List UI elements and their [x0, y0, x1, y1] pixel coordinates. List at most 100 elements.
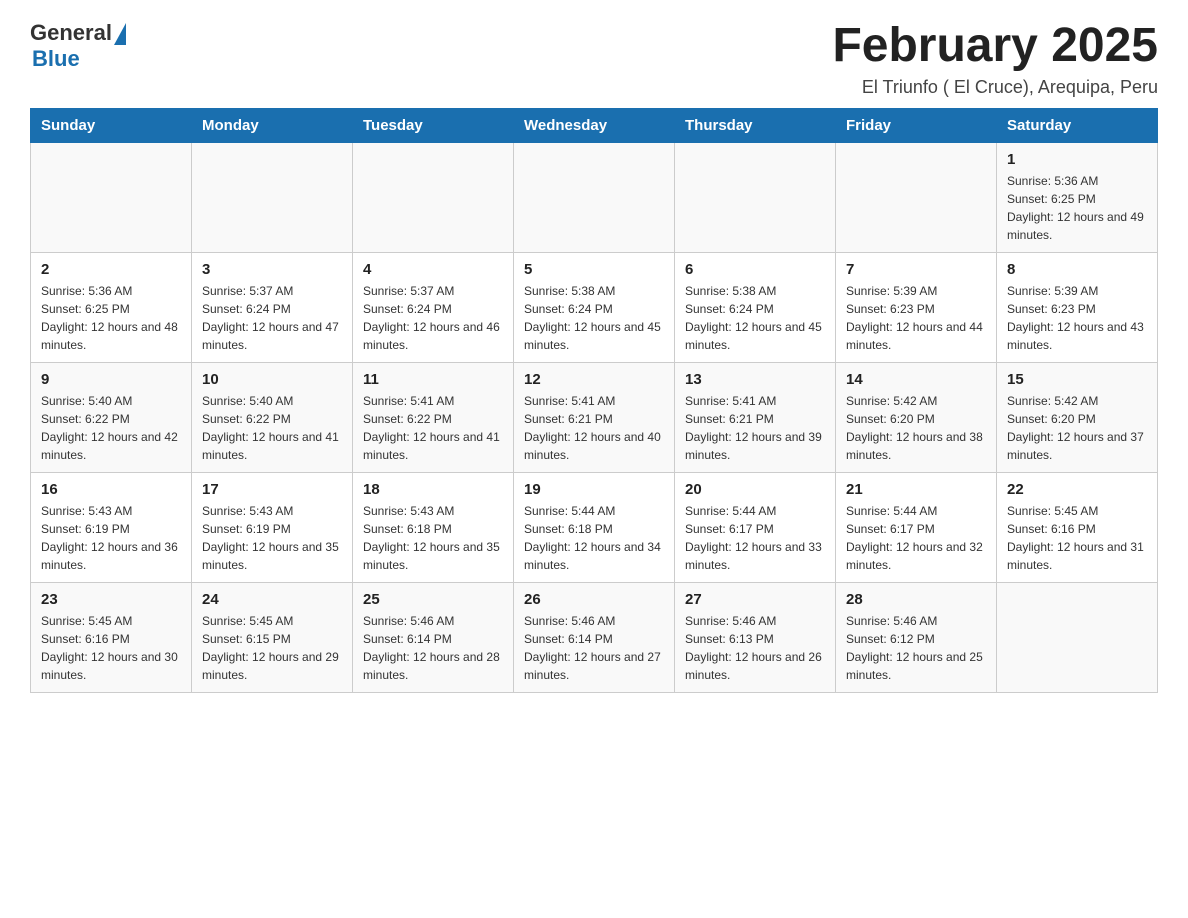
day-number: 21	[846, 481, 986, 498]
day-info: Sunrise: 5:43 AMSunset: 6:18 PMDaylight:…	[363, 502, 503, 574]
header-monday: Monday	[192, 108, 353, 142]
day-number: 22	[1007, 481, 1147, 498]
day-number: 3	[202, 261, 342, 278]
day-number: 27	[685, 591, 825, 608]
calendar-cell: 10 Sunrise: 5:40 AMSunset: 6:22 PMDayligh…	[192, 362, 353, 472]
day-info: Sunrise: 5:44 AMSunset: 6:18 PMDaylight:…	[524, 502, 664, 574]
day-number: 26	[524, 591, 664, 608]
calendar-cell: 13 Sunrise: 5:41 AMSunset: 6:21 PMDayligh…	[675, 362, 836, 472]
calendar-cell	[353, 142, 514, 252]
calendar-cell: 17 Sunrise: 5:43 AMSunset: 6:19 PMDayligh…	[192, 472, 353, 582]
logo-general-text: General	[30, 20, 112, 46]
day-number: 8	[1007, 261, 1147, 278]
day-number: 24	[202, 591, 342, 608]
calendar-week-3: 9 Sunrise: 5:40 AMSunset: 6:22 PMDaylight…	[31, 362, 1158, 472]
calendar-cell	[192, 142, 353, 252]
calendar-cell: 25 Sunrise: 5:46 AMSunset: 6:14 PMDayligh…	[353, 582, 514, 692]
day-number: 25	[363, 591, 503, 608]
calendar-cell: 2Sunrise: 5:36 AMSunset: 6:25 PMDaylight…	[31, 252, 192, 362]
day-number: 10	[202, 371, 342, 388]
day-info: Sunrise: 5:44 AMSunset: 6:17 PMDaylight:…	[846, 502, 986, 574]
day-number: 13	[685, 371, 825, 388]
day-info: Sunrise: 5:37 AMSunset: 6:24 PMDaylight:…	[202, 282, 342, 354]
calendar-cell: 3 Sunrise: 5:37 AMSunset: 6:24 PMDaylight…	[192, 252, 353, 362]
day-number: 6	[685, 261, 825, 278]
calendar-cell: 4Sunrise: 5:37 AMSunset: 6:24 PMDaylight…	[353, 252, 514, 362]
day-info: Sunrise: 5:38 AMSunset: 6:24 PMDaylight:…	[524, 282, 664, 354]
day-number: 4	[363, 261, 503, 278]
day-info: Sunrise: 5:36 AMSunset: 6:25 PMDaylight:…	[1007, 172, 1147, 244]
calendar-cell: 7 Sunrise: 5:39 AMSunset: 6:23 PMDaylight…	[836, 252, 997, 362]
calendar-cell: 12 Sunrise: 5:41 AMSunset: 6:21 PMDayligh…	[514, 362, 675, 472]
calendar-cell: 9Sunrise: 5:40 AMSunset: 6:22 PMDaylight…	[31, 362, 192, 472]
day-info: Sunrise: 5:39 AMSunset: 6:23 PMDaylight:…	[1007, 282, 1147, 354]
day-info: Sunrise: 5:39 AMSunset: 6:23 PMDaylight:…	[846, 282, 986, 354]
day-info: Sunrise: 5:41 AMSunset: 6:21 PMDaylight:…	[524, 392, 664, 464]
calendar-cell: 27Sunrise: 5:46 AMSunset: 6:13 PMDayligh…	[675, 582, 836, 692]
day-info: Sunrise: 5:44 AMSunset: 6:17 PMDaylight:…	[685, 502, 825, 574]
day-number: 1	[1007, 151, 1147, 168]
calendar-subtitle: El Triunfo ( El Cruce), Arequipa, Peru	[832, 77, 1158, 98]
calendar-cell: 24Sunrise: 5:45 AMSunset: 6:15 PMDayligh…	[192, 582, 353, 692]
day-info: Sunrise: 5:41 AMSunset: 6:22 PMDaylight:…	[363, 392, 503, 464]
calendar-cell	[675, 142, 836, 252]
day-info: Sunrise: 5:46 AMSunset: 6:14 PMDaylight:…	[363, 612, 503, 684]
header-friday: Friday	[836, 108, 997, 142]
calendar-cell: 16 Sunrise: 5:43 AMSunset: 6:19 PMDayligh…	[31, 472, 192, 582]
day-number: 23	[41, 591, 181, 608]
calendar-title: February 2025	[832, 20, 1158, 73]
calendar-cell: 5Sunrise: 5:38 AMSunset: 6:24 PMDaylight…	[514, 252, 675, 362]
calendar-cell	[514, 142, 675, 252]
calendar-cell: 1 Sunrise: 5:36 AMSunset: 6:25 PMDaylight…	[997, 142, 1158, 252]
day-number: 20	[685, 481, 825, 498]
logo: General Blue	[30, 20, 126, 72]
calendar-cell	[31, 142, 192, 252]
calendar-cell	[997, 582, 1158, 692]
day-number: 7	[846, 261, 986, 278]
calendar-header: SundayMondayTuesdayWednesdayThursdayFrid…	[31, 108, 1158, 142]
day-number: 12	[524, 371, 664, 388]
day-info: Sunrise: 5:46 AMSunset: 6:14 PMDaylight:…	[524, 612, 664, 684]
calendar-cell: 14 Sunrise: 5:42 AMSunset: 6:20 PMDayligh…	[836, 362, 997, 472]
logo-top: General	[30, 20, 126, 46]
day-info: Sunrise: 5:43 AMSunset: 6:19 PMDaylight:…	[202, 502, 342, 574]
logo-blue-text: Blue	[32, 46, 80, 72]
day-number: 9	[41, 371, 181, 388]
calendar-cell: 22Sunrise: 5:45 AMSunset: 6:16 PMDayligh…	[997, 472, 1158, 582]
calendar-cell: 23 Sunrise: 5:45 AMSunset: 6:16 PMDayligh…	[31, 582, 192, 692]
day-number: 28	[846, 591, 986, 608]
calendar-cell: 21 Sunrise: 5:44 AMSunset: 6:17 PMDayligh…	[836, 472, 997, 582]
day-number: 18	[363, 481, 503, 498]
header-saturday: Saturday	[997, 108, 1158, 142]
day-info: Sunrise: 5:46 AMSunset: 6:12 PMDaylight:…	[846, 612, 986, 684]
day-info: Sunrise: 5:38 AMSunset: 6:24 PMDaylight:…	[685, 282, 825, 354]
header-wednesday: Wednesday	[514, 108, 675, 142]
day-number: 14	[846, 371, 986, 388]
calendar-cell: 28 Sunrise: 5:46 AMSunset: 6:12 PMDayligh…	[836, 582, 997, 692]
page-header: General Blue February 2025 El Triunfo ( …	[30, 20, 1158, 98]
day-info: Sunrise: 5:41 AMSunset: 6:21 PMDaylight:…	[685, 392, 825, 464]
calendar-week-5: 23 Sunrise: 5:45 AMSunset: 6:16 PMDayligh…	[31, 582, 1158, 692]
calendar-cell: 26 Sunrise: 5:46 AMSunset: 6:14 PMDayligh…	[514, 582, 675, 692]
calendar-body: 1 Sunrise: 5:36 AMSunset: 6:25 PMDaylight…	[31, 142, 1158, 692]
day-info: Sunrise: 5:42 AMSunset: 6:20 PMDaylight:…	[1007, 392, 1147, 464]
calendar-week-1: 1 Sunrise: 5:36 AMSunset: 6:25 PMDaylight…	[31, 142, 1158, 252]
day-info: Sunrise: 5:43 AMSunset: 6:19 PMDaylight:…	[41, 502, 181, 574]
day-number: 11	[363, 371, 503, 388]
title-section: February 2025 El Triunfo ( El Cruce), Ar…	[832, 20, 1158, 98]
calendar-cell: 19Sunrise: 5:44 AMSunset: 6:18 PMDayligh…	[514, 472, 675, 582]
day-info: Sunrise: 5:45 AMSunset: 6:16 PMDaylight:…	[41, 612, 181, 684]
calendar-cell	[836, 142, 997, 252]
calendar-cell: 6 Sunrise: 5:38 AMSunset: 6:24 PMDaylight…	[675, 252, 836, 362]
day-info: Sunrise: 5:42 AMSunset: 6:20 PMDaylight:…	[846, 392, 986, 464]
day-number: 16	[41, 481, 181, 498]
header-sunday: Sunday	[31, 108, 192, 142]
day-number: 17	[202, 481, 342, 498]
day-number: 15	[1007, 371, 1147, 388]
calendar-cell: 15 Sunrise: 5:42 AMSunset: 6:20 PMDayligh…	[997, 362, 1158, 472]
header-thursday: Thursday	[675, 108, 836, 142]
header-row: SundayMondayTuesdayWednesdayThursdayFrid…	[31, 108, 1158, 142]
day-info: Sunrise: 5:40 AMSunset: 6:22 PMDaylight:…	[202, 392, 342, 464]
header-tuesday: Tuesday	[353, 108, 514, 142]
calendar-cell: 11 Sunrise: 5:41 AMSunset: 6:22 PMDayligh…	[353, 362, 514, 472]
